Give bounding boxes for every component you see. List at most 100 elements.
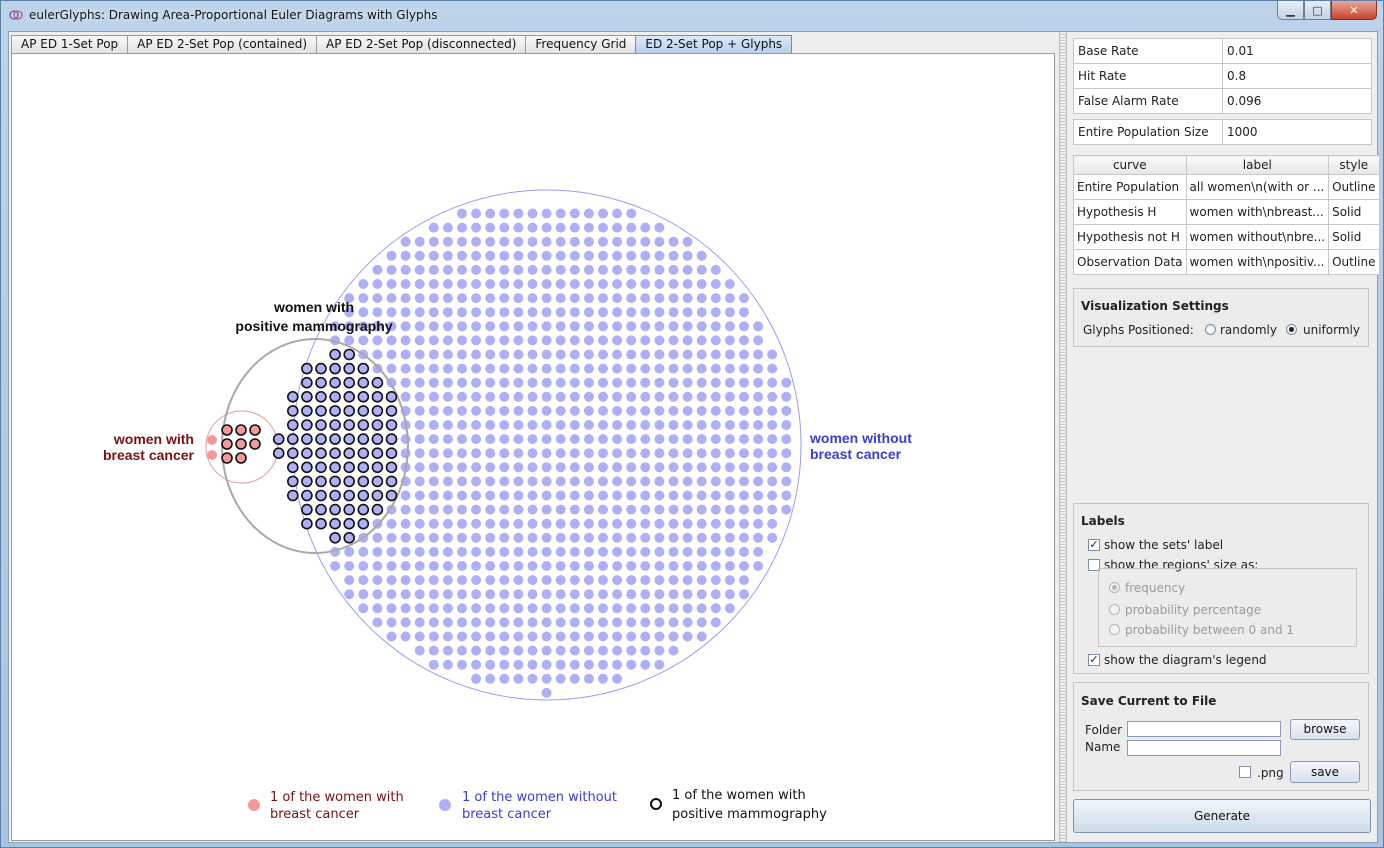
no-cancer-glyph: [442, 307, 453, 318]
no-cancer-glyph: [598, 236, 608, 247]
close-button[interactable]: ✕: [1331, 1, 1377, 20]
no-cancer-glyph: [442, 335, 453, 346]
cell-curve[interactable]: Hypothesis H: [1073, 199, 1187, 225]
positive-no-cancer-glyph: [343, 362, 356, 375]
no-cancer-glyph: [640, 321, 651, 332]
no-cancer-glyph: [640, 645, 651, 656]
tab-ap-ed-1-set-pop[interactable]: AP ED 1-Set Pop: [11, 35, 129, 53]
no-cancer-glyph: [457, 236, 467, 247]
no-cancer-glyph: [541, 561, 552, 571]
no-cancer-glyph: [428, 532, 439, 543]
hit-rate-value[interactable]: 0.8: [1222, 63, 1372, 89]
rates-table: Base Rate 0.01 Hit Rate 0.8 False Alarm Ra…: [1073, 38, 1372, 114]
cell-curve[interactable]: Entire Population: [1073, 174, 1187, 200]
positive-no-cancer-glyph: [357, 447, 370, 460]
show-sets-label-checkbox[interactable]: ✓: [1088, 539, 1100, 551]
no-cancer-glyph: [541, 391, 552, 402]
no-cancer-glyph: [569, 490, 580, 501]
no-cancer-glyph: [682, 349, 693, 360]
tab-frequency-grid[interactable]: Frequency Grid: [525, 35, 637, 53]
no-cancer-glyph: [569, 673, 580, 684]
column-header-curve[interactable]: curve: [1073, 155, 1187, 175]
save-button[interactable]: save: [1290, 761, 1360, 783]
false-alarm-rate-value[interactable]: 0.096: [1222, 88, 1372, 114]
population-size-value[interactable]: 1000: [1222, 119, 1372, 145]
png-label[interactable]: .png: [1257, 766, 1284, 780]
no-cancer-glyph: [428, 321, 439, 332]
no-cancer-glyph: [781, 434, 792, 445]
no-cancer-glyph: [471, 448, 482, 459]
no-cancer-glyph: [654, 462, 665, 473]
no-cancer-glyph: [541, 575, 552, 586]
no-cancer-glyph: [724, 434, 735, 445]
cell-style[interactable]: Solid: [1328, 224, 1380, 250]
no-cancer-glyph: [640, 405, 651, 416]
no-cancer-glyph: [682, 236, 693, 247]
no-cancer-glyph: [527, 279, 538, 289]
column-header-style[interactable]: style: [1328, 155, 1380, 175]
no-cancer-glyph: [442, 518, 453, 529]
no-cancer-glyph: [428, 490, 439, 501]
split-pane-divider[interactable]: [1059, 32, 1067, 842]
minimize-button[interactable]: ▁: [1277, 1, 1304, 20]
tab-ed-2-set-pop-glyphs[interactable]: ED 2-Set Pop + Glyphs: [635, 35, 793, 53]
no-cancer-glyph: [753, 532, 764, 543]
cancer-glyphs: [207, 424, 261, 464]
cell-style[interactable]: Solid: [1328, 199, 1380, 225]
show-legend-checkbox[interactable]: ✓: [1088, 654, 1100, 666]
table-row[interactable]: Hypothesis H women with\nbreast... Solid: [1073, 199, 1380, 225]
frequency-label[interactable]: frequency: [1125, 581, 1185, 595]
probability-0-1-radio[interactable]: [1109, 624, 1120, 635]
tab-ap-ed-2-set-pop-disconnected[interactable]: AP ED 2-Set Pop (disconnected): [316, 35, 527, 53]
no-cancer-glyph: [654, 307, 665, 318]
probability-percentage-label[interactable]: probability percentage: [1125, 603, 1261, 617]
table-row[interactable]: Hypothesis not H women without\nbre... S…: [1073, 224, 1380, 250]
table-row[interactable]: Observation Data women with\npositiv... …: [1073, 249, 1380, 275]
browse-button[interactable]: browse: [1290, 719, 1360, 740]
cell-label[interactable]: women with\npositiv...: [1185, 249, 1330, 275]
no-cancer-glyph: [485, 645, 496, 656]
no-cancer-glyph: [612, 546, 623, 557]
probability-0-1-label[interactable]: probability between 0 and 1: [1125, 623, 1294, 637]
no-cancer-glyph: [414, 645, 425, 656]
cell-label[interactable]: women with\nbreast...: [1185, 199, 1330, 225]
probability-percentage-radio[interactable]: [1109, 604, 1120, 615]
no-cancer-glyph: [428, 349, 439, 360]
no-cancer-glyph: [513, 589, 524, 600]
png-checkbox[interactable]: [1239, 766, 1251, 778]
title-bar[interactable]: eulerGlyphs: Drawing Area-Proportional E…: [1, 1, 1383, 31]
folder-input[interactable]: [1127, 721, 1281, 737]
table-row[interactable]: Entire Population all women\n(with or ..…: [1073, 174, 1380, 200]
column-header-label[interactable]: label: [1185, 155, 1330, 175]
no-cancer-glyph: [668, 617, 679, 628]
no-cancer-glyph: [598, 518, 608, 529]
no-cancer-glyph: [428, 546, 439, 557]
cell-curve[interactable]: Observation Data: [1073, 249, 1187, 275]
no-cancer-glyph: [612, 307, 623, 318]
cell-label[interactable]: women without\nbre...: [1185, 224, 1330, 250]
uniformly-radio[interactable]: [1286, 324, 1297, 335]
cell-style[interactable]: Outline: [1328, 174, 1380, 200]
uniformly-label[interactable]: uniformly: [1303, 323, 1360, 337]
randomly-radio[interactable]: [1205, 324, 1216, 335]
no-cancer-glyph: [414, 279, 425, 289]
show-legend-text[interactable]: show the diagram's legend: [1104, 653, 1267, 667]
maximize-button[interactable]: □: [1304, 1, 1331, 20]
tab-ap-ed-2-set-pop-contained[interactable]: AP ED 2-Set Pop (contained): [127, 35, 318, 53]
no-cancer-glyph: [513, 561, 524, 571]
positive-no-cancer-glyph: [286, 447, 299, 460]
base-rate-value[interactable]: 0.01: [1222, 38, 1372, 64]
cell-style[interactable]: Outline: [1328, 249, 1380, 275]
frequency-radio[interactable]: [1109, 582, 1120, 593]
cell-curve[interactable]: Hypothesis not H: [1073, 224, 1187, 250]
name-input[interactable]: [1127, 740, 1281, 756]
no-cancer-glyph: [499, 363, 510, 374]
no-cancer-glyph: [710, 589, 721, 600]
randomly-label[interactable]: randomly: [1220, 323, 1277, 337]
cell-label[interactable]: all women\n(with or ...: [1185, 174, 1330, 200]
generate-button[interactable]: Generate: [1073, 799, 1371, 833]
no-cancer-glyph: [767, 448, 778, 459]
no-cancer-glyph: [485, 518, 496, 529]
no-cancer-glyph: [499, 603, 510, 614]
show-sets-label-text[interactable]: show the sets' label: [1104, 538, 1223, 552]
